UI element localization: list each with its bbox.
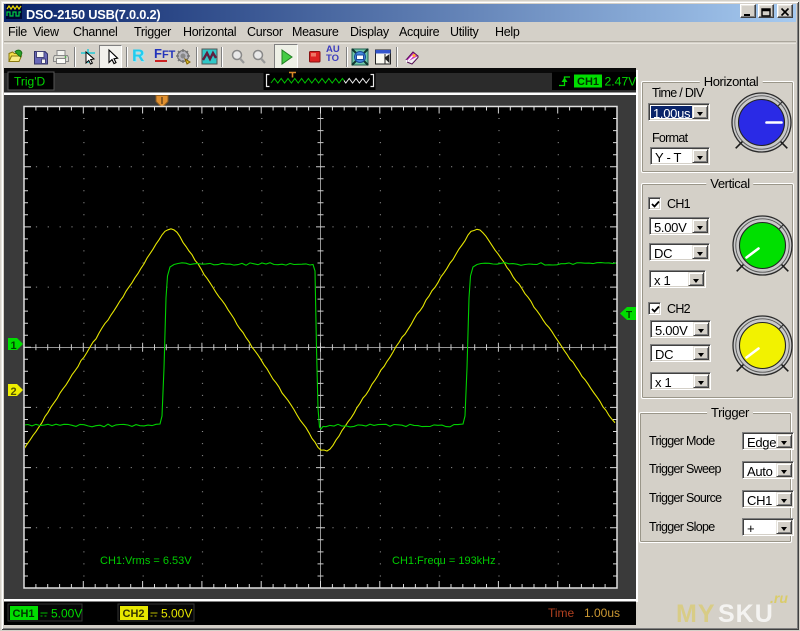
svg-text:CH1:Frequ = 193kHz: CH1:Frequ = 193kHz — [392, 555, 496, 567]
svg-text:5.00V: 5.00V — [51, 607, 82, 621]
svg-text:2.47V: 2.47V — [605, 75, 637, 89]
svg-text:5.00V: 5.00V — [161, 607, 192, 621]
svg-text:CH2: CH2 — [123, 608, 145, 620]
svg-text:Time: Time — [548, 606, 575, 620]
svg-text:1.00us: 1.00us — [584, 606, 620, 620]
svg-text:T: T — [626, 310, 632, 321]
svg-text:1: 1 — [11, 340, 17, 352]
svg-text:CH1: CH1 — [577, 76, 599, 88]
svg-text:CH1:Vrms = 6.53V: CH1:Vrms = 6.53V — [100, 555, 192, 567]
svg-text:Trig'D: Trig'D — [14, 75, 46, 89]
svg-text:CH1: CH1 — [13, 608, 35, 620]
svg-text:2: 2 — [11, 386, 17, 398]
